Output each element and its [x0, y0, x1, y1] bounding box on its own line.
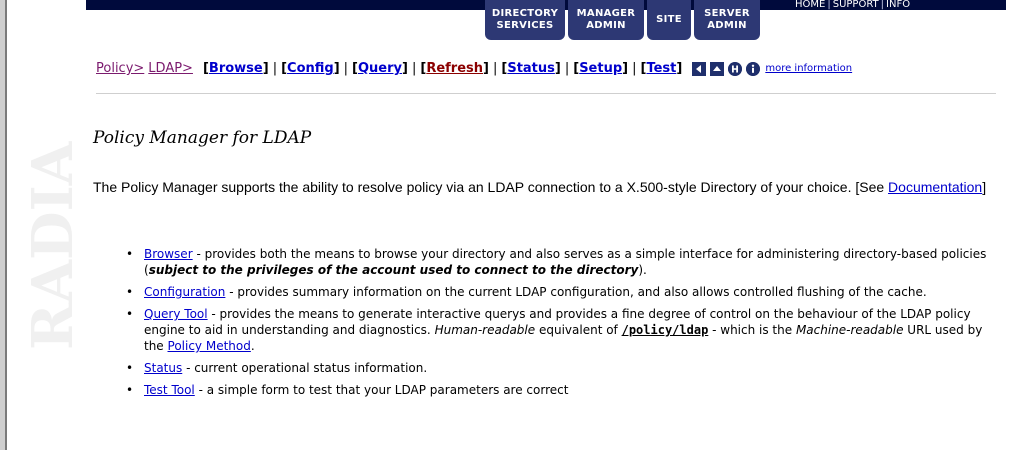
nav-test-link[interactable]: Test	[646, 61, 676, 76]
feature-item-test-tool: Test Tool - a simple form to test that y…	[120, 382, 1005, 398]
nav-query-link[interactable]: Query	[358, 61, 402, 76]
status-link[interactable]: Status	[144, 361, 182, 375]
feature-list: Browser - provides both the means to bro…	[120, 246, 1005, 404]
nav-setup-link[interactable]: Setup	[579, 61, 622, 76]
policy-ldap-url[interactable]: /policy/ldap	[622, 323, 709, 337]
nav-setup-group: [Setup]	[573, 61, 629, 76]
intro-text: The Policy Manager supports the ability …	[93, 179, 889, 195]
home-link[interactable]: HOME	[795, 0, 825, 10]
feature-text: - current operational status information…	[182, 361, 428, 375]
top-nav-tabs: DIRECTORY SERVICES MANAGER ADMIN SITE SE…	[485, 0, 763, 42]
human-readable-text: Human-readable	[434, 323, 536, 337]
divider	[96, 93, 996, 94]
page-title: Policy Manager for LDAP	[93, 128, 312, 148]
query-tool-link[interactable]: Query Tool	[144, 307, 208, 321]
more-information-link[interactable]: more information	[765, 60, 852, 78]
feature-text: equivalent of	[535, 323, 622, 337]
feature-text: - which is the	[708, 323, 796, 337]
nav-status-group: [Status]	[501, 61, 561, 76]
utility-links: HOME | SUPPORT | INFO	[795, 0, 910, 10]
breadcrumb-policy[interactable]: Policy>	[96, 60, 144, 78]
feature-item-status: Status - current operational status info…	[120, 360, 1005, 376]
help-icon[interactable]	[728, 62, 743, 76]
tab-server-admin[interactable]: SERVER ADMIN	[694, 0, 760, 40]
nav-refresh-group: [Refresh]	[420, 61, 489, 76]
nav-separator: |	[411, 61, 417, 76]
intro-end: ]	[982, 179, 987, 195]
nav-separator: |	[272, 61, 278, 76]
privileges-note: subject to the privileges of the account…	[148, 263, 639, 277]
configuration-link[interactable]: Configuration	[144, 285, 225, 299]
tab-directory-services[interactable]: DIRECTORY SERVICES	[485, 0, 565, 40]
up-icon[interactable]	[710, 62, 725, 76]
feature-text: - a simple form to test that your LDAP p…	[194, 383, 569, 397]
intro-paragraph: The Policy Manager supports the ability …	[93, 177, 1003, 197]
nav-test-group: [Test]	[640, 61, 683, 76]
feature-end: .	[250, 339, 255, 353]
nav-config-link[interactable]: Config	[287, 61, 334, 76]
util-separator: |	[827, 0, 831, 10]
browser-link[interactable]: Browser	[144, 247, 193, 261]
nav-query-group: [Query]	[352, 61, 408, 76]
feature-end: ).	[638, 263, 647, 277]
back-icon[interactable]	[692, 62, 707, 76]
support-link[interactable]: SUPPORT	[833, 0, 879, 10]
breadcrumb-ldap[interactable]: LDAP>	[148, 60, 193, 78]
nav-separator: |	[343, 61, 349, 76]
feature-item-query-tool: Query Tool - provides the means to gener…	[120, 306, 1005, 354]
nav-separator: |	[492, 61, 498, 76]
info-icon[interactable]	[746, 62, 761, 76]
feature-item-configuration: Configuration - provides summary informa…	[120, 284, 1005, 300]
nav-browse-link[interactable]: Browse	[209, 61, 263, 76]
tab-manager-admin[interactable]: MANAGER ADMIN	[568, 0, 644, 40]
test-tool-link[interactable]: Test Tool	[144, 383, 195, 397]
window-frame-left	[0, 0, 7, 450]
info-link[interactable]: INFO	[886, 0, 910, 10]
documentation-link[interactable]: Documentation	[888, 179, 982, 195]
policy-nav-bar: Policy> LDAP> [Browse] | [Config] | [Que…	[96, 60, 852, 78]
util-separator: |	[880, 0, 885, 10]
radia-watermark-logo: RADIA	[20, 140, 86, 350]
nav-status-link[interactable]: Status	[507, 61, 555, 76]
feature-text: - provides summary information on the cu…	[225, 285, 927, 299]
policy-method-link[interactable]: Policy Method	[168, 339, 251, 353]
nav-separator: |	[632, 61, 637, 76]
nav-browse-group: [Browse]	[202, 61, 269, 76]
nav-separator: |	[564, 61, 570, 76]
feature-item-browser: Browser - provides both the means to bro…	[120, 246, 1005, 278]
radia-watermark-text: RADIA	[20, 140, 86, 350]
nav-config-group: [Config]	[281, 61, 340, 76]
tab-site[interactable]: SITE	[647, 0, 691, 40]
machine-readable-text: Machine-readable	[795, 323, 904, 337]
nav-refresh-link[interactable]: Refresh	[426, 61, 483, 76]
